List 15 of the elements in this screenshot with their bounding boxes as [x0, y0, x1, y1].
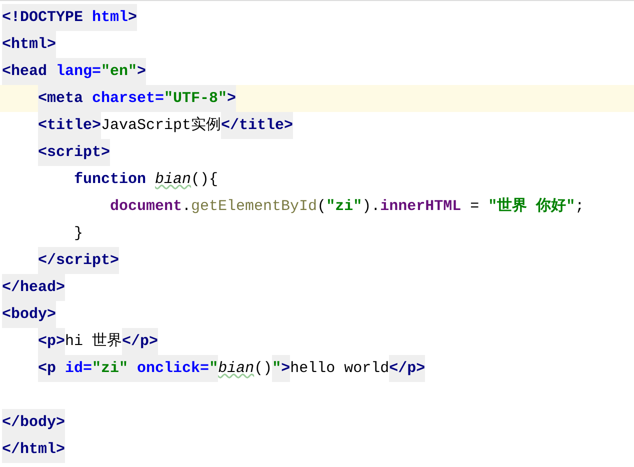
- code-line: }: [73, 224, 84, 244]
- code-line: <!DOCTYPE html>: [0, 4, 634, 31]
- code-line: <title>JavaScript实例</title>: [0, 112, 634, 139]
- code-line: function bian(){: [73, 170, 220, 190]
- code-line: </head>: [0, 274, 634, 301]
- code-line: <body>: [0, 301, 634, 328]
- code-line: <script>: [0, 139, 634, 166]
- code-line: </script>: [0, 247, 634, 274]
- code-line: <html>: [0, 31, 634, 58]
- code-line: <p id="zi" onclick="bian()">hello world</p>: [0, 355, 634, 382]
- code-line: </html>: [0, 436, 634, 463]
- code-line: </body>: [0, 409, 634, 436]
- code-line: document.getElementById("zi").innerHTML = "世界 你好";: [109, 196, 586, 217]
- code-line: <p>hi 世界</p>: [0, 328, 634, 355]
- code-line: <head lang="en">: [0, 58, 634, 85]
